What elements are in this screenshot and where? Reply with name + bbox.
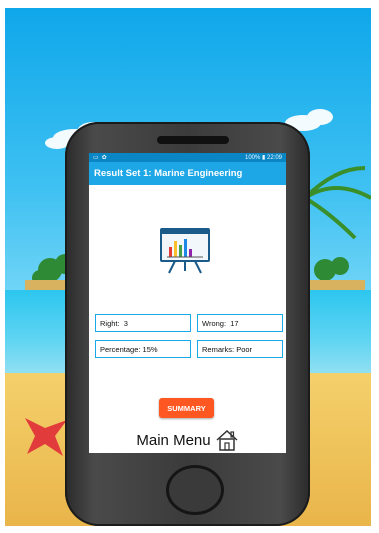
status-bar: ▭ ✿ 100% ▮ 22:09 [89, 153, 286, 162]
percentage-label: Percentage: [100, 344, 141, 354]
wrong-value: 17 [230, 318, 239, 328]
main-menu-label: Main Menu [136, 431, 211, 449]
remarks-label: Remarks: [202, 344, 235, 354]
main-menu-button[interactable]: Main Menu [89, 429, 286, 451]
right-value: 3 [123, 318, 128, 328]
presentation-chart-icon [160, 228, 210, 274]
phone-frame: ▭ ✿ 100% ▮ 22:09 Result Set 1: Marine En… [65, 122, 310, 526]
percentage-field: Percentage: 15% [95, 340, 191, 358]
phone-home-button [166, 465, 224, 515]
wrong-count-field: Wrong: 17 [197, 314, 283, 332]
right-label: Right: [100, 318, 120, 328]
house-icon [216, 429, 238, 451]
result-content: Right: 3 Wrong: 17 Percentage: 15% Remar… [89, 185, 286, 453]
summary-button[interactable]: SUMMARY [159, 398, 214, 418]
remarks-value: Poor [236, 344, 253, 354]
app-bar: Result Set 1: Marine Engineering [89, 162, 286, 185]
right-count-field: Right: 3 [95, 314, 191, 332]
percentage-value: 15% [142, 344, 158, 354]
status-time: 100% ▮ 22:09 [245, 155, 282, 161]
page-title: Result Set 1: Marine Engineering [94, 168, 243, 179]
message-icon: ▭ [93, 155, 99, 161]
phone-screen: ▭ ✿ 100% ▮ 22:09 Result Set 1: Marine En… [89, 153, 286, 453]
settings-icon: ✿ [101, 155, 107, 161]
phone-speaker [157, 136, 229, 144]
wrong-label: Wrong: [202, 318, 227, 328]
remarks-field: Remarks: Poor [197, 340, 283, 358]
